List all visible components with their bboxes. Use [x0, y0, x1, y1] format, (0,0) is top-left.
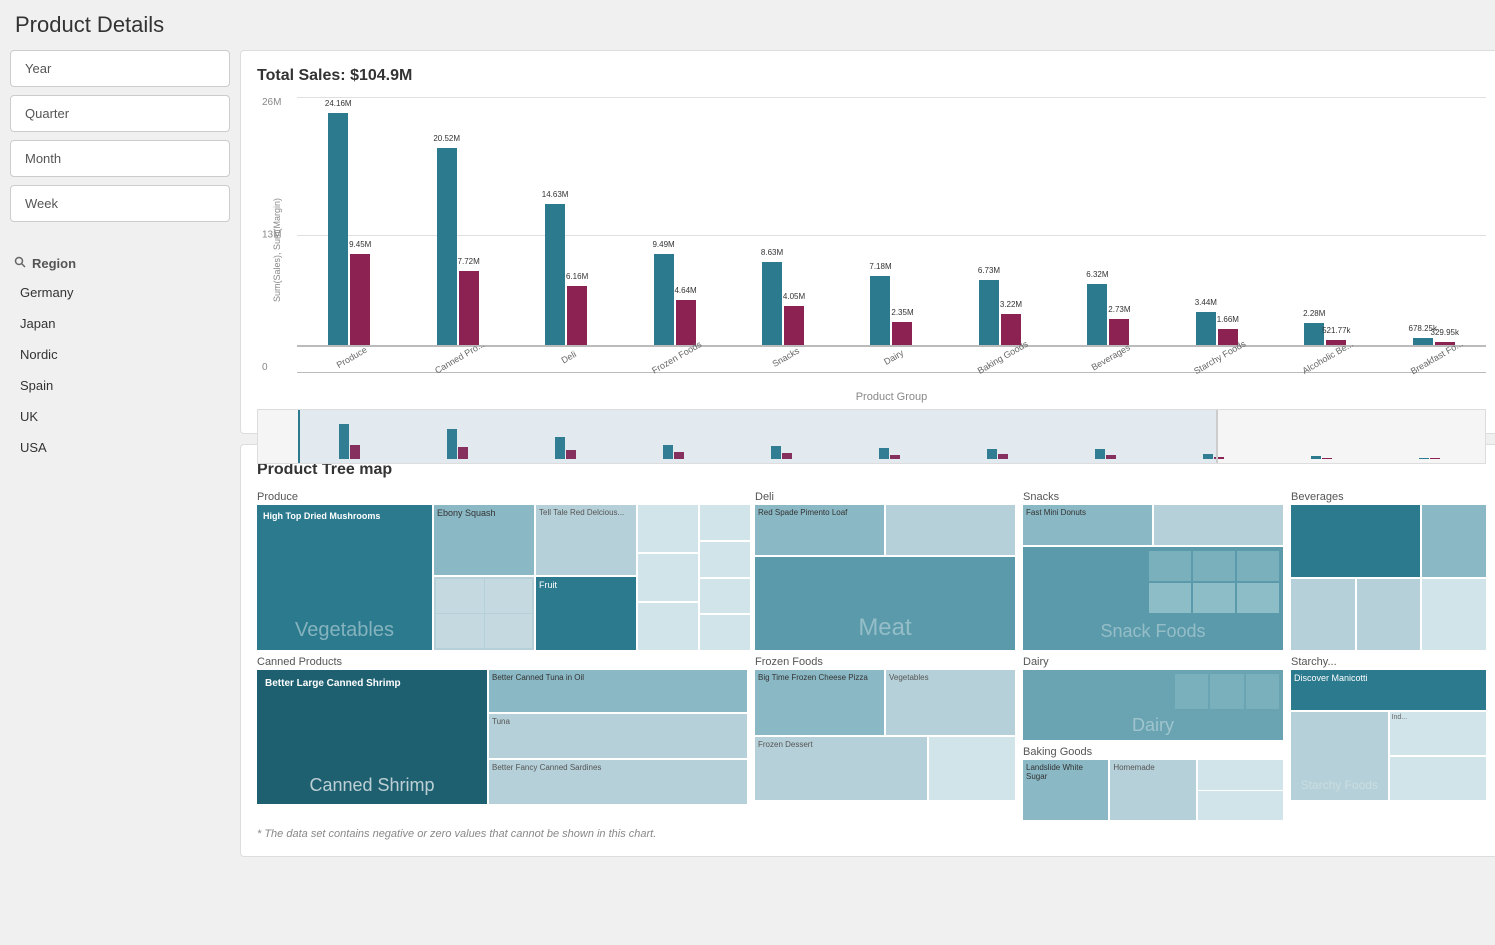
tm-canned-sardines[interactable]: Better Fancy Canned Sardines [489, 760, 747, 804]
bar-group-canned[interactable]: 20.52M 7.72M [405, 97, 509, 345]
deli-label: Deli [755, 491, 1015, 503]
treemap-deli: Deli Red Spade Pimento Loaf Meat [755, 491, 1015, 650]
tm-frozen-sm[interactable] [929, 737, 1015, 800]
tm-frozen-dessert[interactable]: Frozen Dessert [755, 737, 927, 800]
tm-produce-telltale[interactable]: Tell Tale Red Delcious... [536, 505, 636, 575]
treemap-footnote: * The data set contains negative or zero… [257, 828, 1486, 840]
frozen-label: Frozen Foods [755, 656, 1015, 668]
bar-group-deli[interactable]: 14.63M 6.16M [514, 97, 618, 345]
tm-bev-s3[interactable] [1422, 579, 1486, 651]
tm-bev-s1[interactable] [1291, 579, 1355, 651]
tm-canned-tuna[interactable]: Better Canned Tuna in Oil [489, 670, 747, 712]
tm-deli-sm[interactable] [886, 505, 1015, 555]
tm-beverages-main[interactable] [1291, 505, 1420, 577]
tm-baking-sm1[interactable] [1198, 760, 1283, 790]
filter-quarter[interactable]: Quarter [10, 95, 230, 132]
tm-snacks-donuts[interactable]: Fast Mini Donuts [1023, 505, 1152, 545]
sidebar-item-nordic[interactable]: Nordic [10, 339, 230, 370]
treemap-panel: Product Tree map Produce High Top Dried … [240, 444, 1495, 857]
tm-baking-homemade[interactable]: Homemade [1110, 760, 1195, 820]
filter-month[interactable]: Month [10, 140, 230, 177]
bar-chart-area: Sum(Sales), Sum(Margin) 26M 13M 0 [257, 97, 1486, 417]
y-axis-label: Sum(Sales), Sum(Margin) [272, 110, 282, 390]
main-content: Total Sales: $104.9M Sum(Sales), Sum(Mar… [240, 50, 1495, 857]
baking-label: Baking Goods [1023, 746, 1283, 758]
bar-group-frozen[interactable]: 9.49M 4.64M [622, 97, 726, 345]
tm-frozen-pizza[interactable]: Big Time Frozen Cheese Pizza [755, 670, 884, 735]
tm-starchy-xs[interactable] [1390, 757, 1487, 800]
treemap-frozen: Frozen Foods Big Time Frozen Cheese Pizz… [755, 656, 1015, 800]
tm-bev-s2[interactable] [1357, 579, 1421, 651]
tm-produce-xs1[interactable] [700, 505, 750, 540]
tm-produce-sm2[interactable] [638, 554, 698, 601]
tm-produce-xs3[interactable] [700, 579, 750, 614]
treemap-dairy: Dairy Dairy [1023, 656, 1283, 740]
search-icon [14, 256, 26, 271]
bar-group-breakfast[interactable]: 678.25k 329.95k [1382, 97, 1486, 345]
sidebar-item-spain[interactable]: Spain [10, 370, 230, 401]
canned-label: Canned Products [257, 656, 747, 668]
tm-produce-xs4[interactable] [700, 615, 750, 650]
tm-starchy-ind[interactable]: Ind... [1390, 712, 1487, 755]
tm-produce-sm3[interactable] [638, 603, 698, 650]
sidebar-item-usa[interactable]: USA [10, 432, 230, 463]
tm-snacks-foods[interactable]: Snack Foods [1023, 547, 1283, 650]
treemap-starchy: Starchy... Discover Manicotti Starchy Fo… [1291, 656, 1486, 800]
dairy-label: Dairy [1023, 656, 1283, 668]
treemap-produce: Produce High Top Dried Mushrooms Vegetab… [257, 491, 747, 650]
sidebar-item-uk[interactable]: UK [10, 401, 230, 432]
tm-produce-xs2[interactable] [700, 542, 750, 577]
bar-chart-panel: Total Sales: $104.9M Sum(Sales), Sum(Mar… [240, 50, 1495, 434]
tm-produce-vegetables[interactable]: High Top Dried Mushrooms Vegetables [257, 505, 432, 650]
snacks-label: Snacks [1023, 491, 1283, 503]
bar-produce-margin: 9.45M [350, 254, 370, 345]
treemap-snacks: Snacks Fast Mini Donuts Snack Foods [1023, 491, 1283, 650]
tm-baking-sugar[interactable]: Landslide White Sugar [1023, 760, 1108, 820]
page-title: Product Details [0, 0, 1495, 50]
tm-baking-sm2[interactable] [1198, 791, 1283, 821]
starchy-label: Starchy... [1291, 656, 1486, 668]
bar-group-starchy[interactable]: 3.44M 1.66M [1165, 97, 1269, 345]
chart-title: Total Sales: $104.9M [257, 67, 1486, 85]
sidebar: Year Quarter Month Week Region Germany J… [10, 50, 240, 857]
bar-group-beverages[interactable]: 6.32M 2.73M [1056, 97, 1160, 345]
bar-produce-sales: 24.16M [328, 113, 348, 345]
tm-deli-redspade[interactable]: Red Spade Pimento Loaf [755, 505, 884, 555]
bar-group-produce[interactable]: 24.16M 9.45M [297, 97, 401, 345]
bar-group-baking[interactable]: 6.73M 3.22M [948, 97, 1052, 345]
tm-canned-tuna2[interactable]: Tuna [489, 714, 747, 758]
tm-produce-ebony[interactable]: Ebony Squash [434, 505, 534, 575]
tm-starchy-foods[interactable]: Starchy Foods [1291, 712, 1388, 800]
x-axis-title: Product Group [297, 391, 1486, 403]
produce-label: Produce [257, 491, 747, 503]
treemap-beverages: Beverages [1291, 491, 1486, 650]
tm-produce-small1[interactable] [434, 577, 534, 650]
sidebar-item-japan[interactable]: Japan [10, 308, 230, 339]
tm-produce-fruit[interactable]: Fruit [536, 577, 636, 650]
beverages-label: Beverages [1291, 491, 1486, 503]
filter-week[interactable]: Week [10, 185, 230, 222]
region-section: Region Germany Japan Nordic Spain UK USA [10, 250, 230, 463]
tm-canned-shrimp[interactable]: Better Large Canned Shrimp Canned Shrimp [257, 670, 487, 804]
tm-deli-meat[interactable]: Meat [755, 557, 1015, 650]
bar-group-snacks[interactable]: 8.63M 4.05M [731, 97, 835, 345]
bar-group-alcoholic[interactable]: 2.28M 521.77k [1273, 97, 1377, 345]
tm-produce-sm1[interactable] [638, 505, 698, 552]
mini-chart[interactable] [257, 409, 1486, 464]
bar-group-dairy[interactable]: 7.18M 2.35M [839, 97, 943, 345]
treemap-canned: Canned Products Better Large Canned Shri… [257, 656, 747, 800]
treemap-baking: Baking Goods Landslide White Sugar Homem… [1023, 746, 1283, 820]
tm-frozen-veg[interactable]: Vegetables [886, 670, 1015, 735]
treemap-grid: Produce High Top Dried Mushrooms Vegetab… [257, 491, 1486, 820]
tm-snacks-sm[interactable] [1154, 505, 1283, 545]
region-header: Region [10, 250, 230, 277]
filter-year[interactable]: Year [10, 50, 230, 87]
tm-starchy-manicotti[interactable]: Discover Manicotti [1291, 670, 1486, 710]
tm-beverages-sm1[interactable] [1422, 505, 1486, 577]
sidebar-item-germany[interactable]: Germany [10, 277, 230, 308]
region-label: Region [32, 256, 76, 271]
